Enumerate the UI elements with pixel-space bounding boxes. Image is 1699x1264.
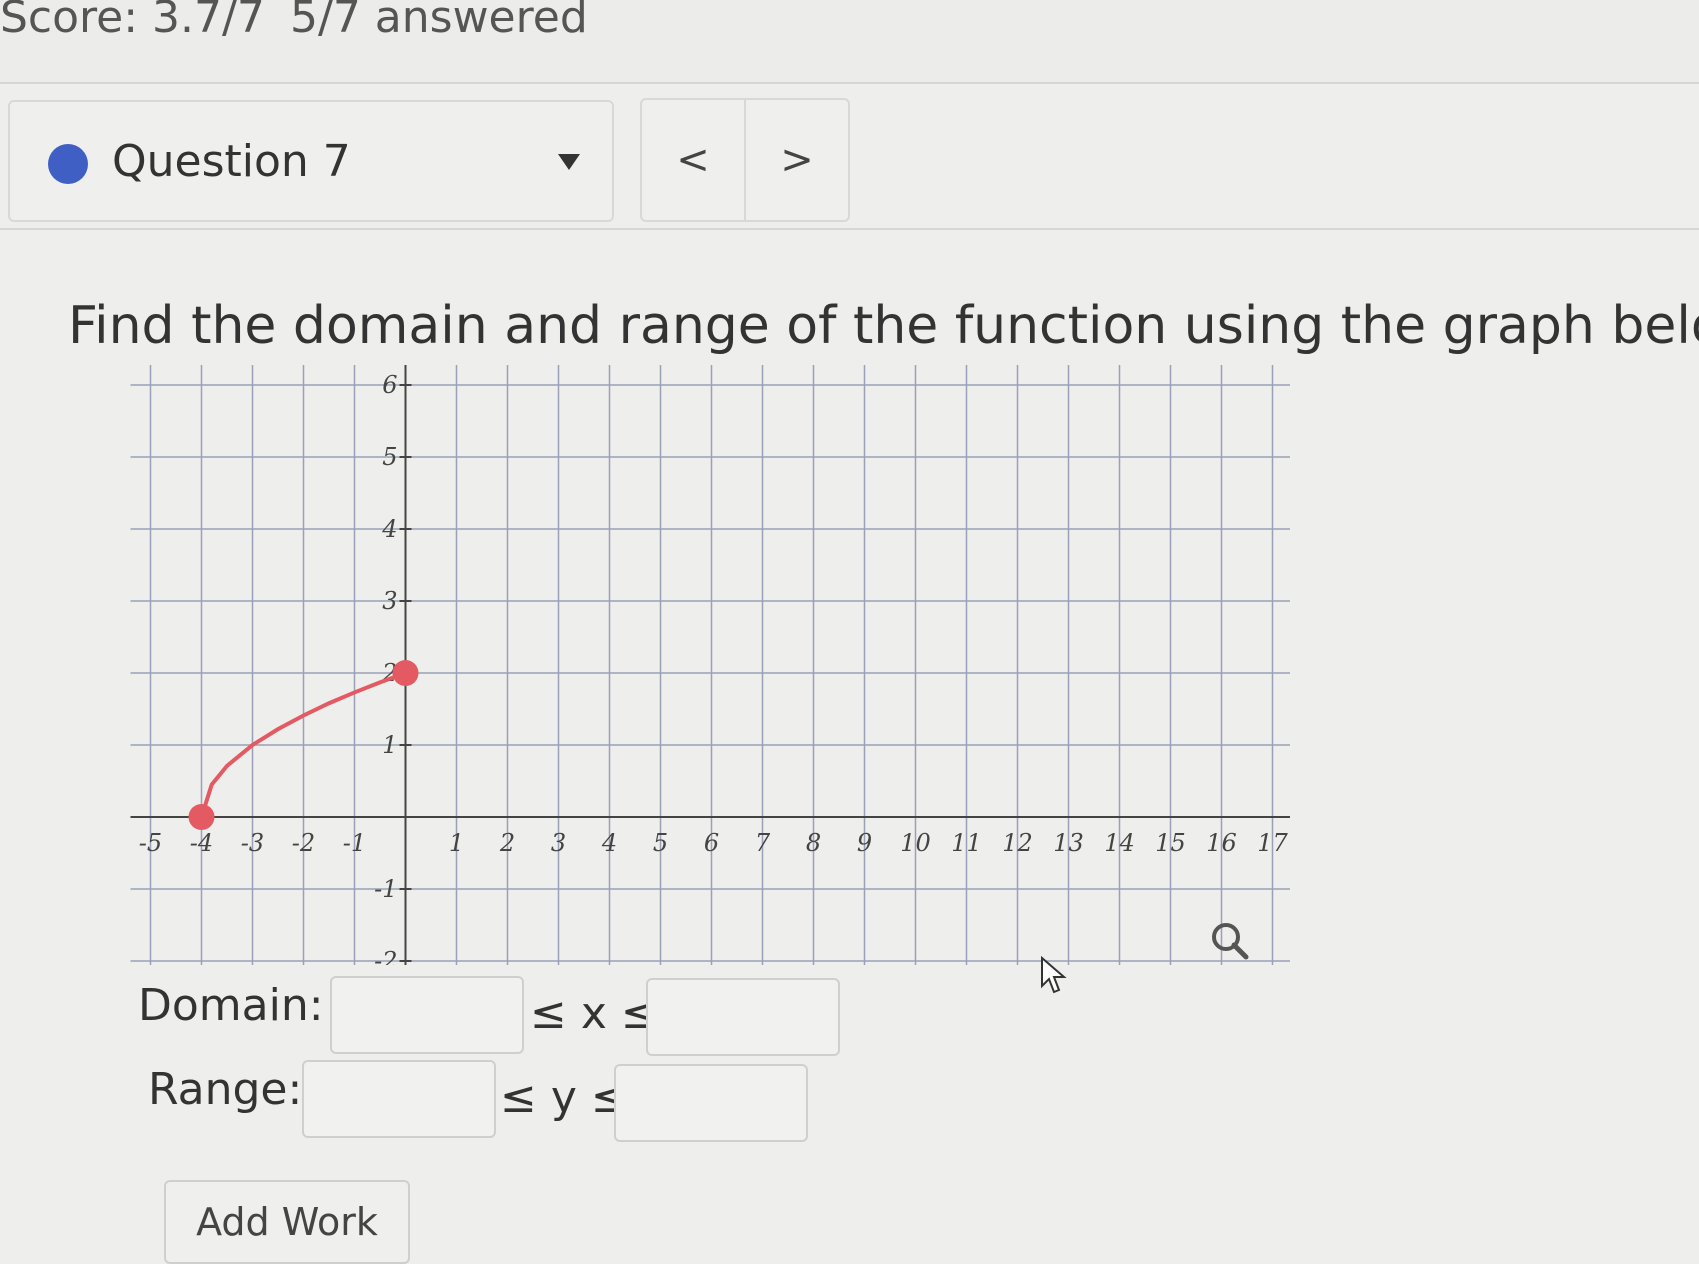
x-tick-label: 16: [1206, 829, 1237, 857]
status-dot: [48, 144, 88, 184]
range-min-input[interactable]: [302, 1060, 496, 1138]
mouse-pointer-icon: [1041, 956, 1067, 994]
x-tick-label: 15: [1155, 829, 1186, 857]
y-tick-label: -1: [374, 875, 397, 903]
x-tick-label: 7: [755, 829, 771, 857]
curve-endpoint: [392, 660, 419, 686]
x-tick-label: 10: [900, 829, 931, 857]
domain-inequality: ≤ x ≤: [530, 988, 658, 1039]
y-tick-label: -2: [374, 947, 397, 965]
question-select[interactable]: Question 7: [8, 100, 614, 222]
score-text: Score: 3.7/7: [0, 0, 265, 43]
x-tick-label: 8: [806, 829, 821, 857]
y-tick-label: 3: [382, 587, 397, 615]
x-tick-label: 12: [1002, 829, 1033, 857]
previous-question-button[interactable]: <: [642, 100, 746, 220]
x-tick-label: -5: [139, 829, 162, 857]
x-tick-label: -2: [292, 829, 315, 857]
x-tick-label: 11: [951, 829, 982, 857]
y-tick-label: 4: [381, 515, 397, 543]
y-tick-label: 1: [382, 731, 397, 759]
next-question-button[interactable]: >: [746, 100, 848, 220]
caret-down-icon: [558, 154, 580, 170]
x-tick-label: -4: [190, 829, 213, 857]
y-tick-label: 6: [382, 371, 397, 399]
x-tick-label: 17: [1257, 829, 1288, 857]
add-work-button[interactable]: Add Work: [164, 1180, 410, 1264]
domain-label: Domain:: [138, 980, 324, 1031]
grid-horizontal-lines: [130, 384, 1290, 962]
grid-vertical-lines: [149, 365, 1274, 965]
x-tick-label: 1: [449, 829, 464, 857]
x-tick-label: 2: [499, 829, 515, 857]
magnifier-icon[interactable]: [1212, 923, 1249, 960]
question-pager: < >: [640, 98, 850, 222]
x-tick-label: 3: [551, 829, 566, 857]
x-tick-label: -1: [343, 829, 366, 857]
axes: [130, 365, 1290, 965]
question-prompt: Find the domain and range of the functio…: [68, 296, 1699, 356]
x-tick-label: -3: [241, 829, 264, 857]
x-tick-labels: -5-4-3-2-1123456789101112131415161718: [139, 829, 1289, 857]
range-inequality: ≤ y ≤: [500, 1072, 628, 1123]
function-graph[interactable]: -5-4-3-2-1123456789101112131415161718 -2…: [70, 355, 1290, 965]
question-label: Question 7: [112, 136, 351, 187]
range-label: Range:: [148, 1064, 303, 1115]
x-tick-label: 4: [601, 829, 617, 857]
answered-count: 5/7 answered: [290, 0, 588, 43]
domain-max-input[interactable]: [646, 978, 840, 1056]
x-tick-label: 9: [857, 829, 872, 857]
y-tick-label: 5: [382, 443, 397, 471]
score-bar: Score: 3.7/7 5/7 answered: [0, 0, 1699, 84]
range-max-input[interactable]: [614, 1064, 808, 1142]
domain-min-input[interactable]: [330, 976, 524, 1054]
x-tick-label: 6: [704, 829, 719, 857]
curve-endpoint: [188, 804, 215, 830]
x-tick-label: 14: [1104, 829, 1135, 857]
x-tick-label: 5: [653, 829, 668, 857]
x-tick-label: 13: [1053, 829, 1084, 857]
